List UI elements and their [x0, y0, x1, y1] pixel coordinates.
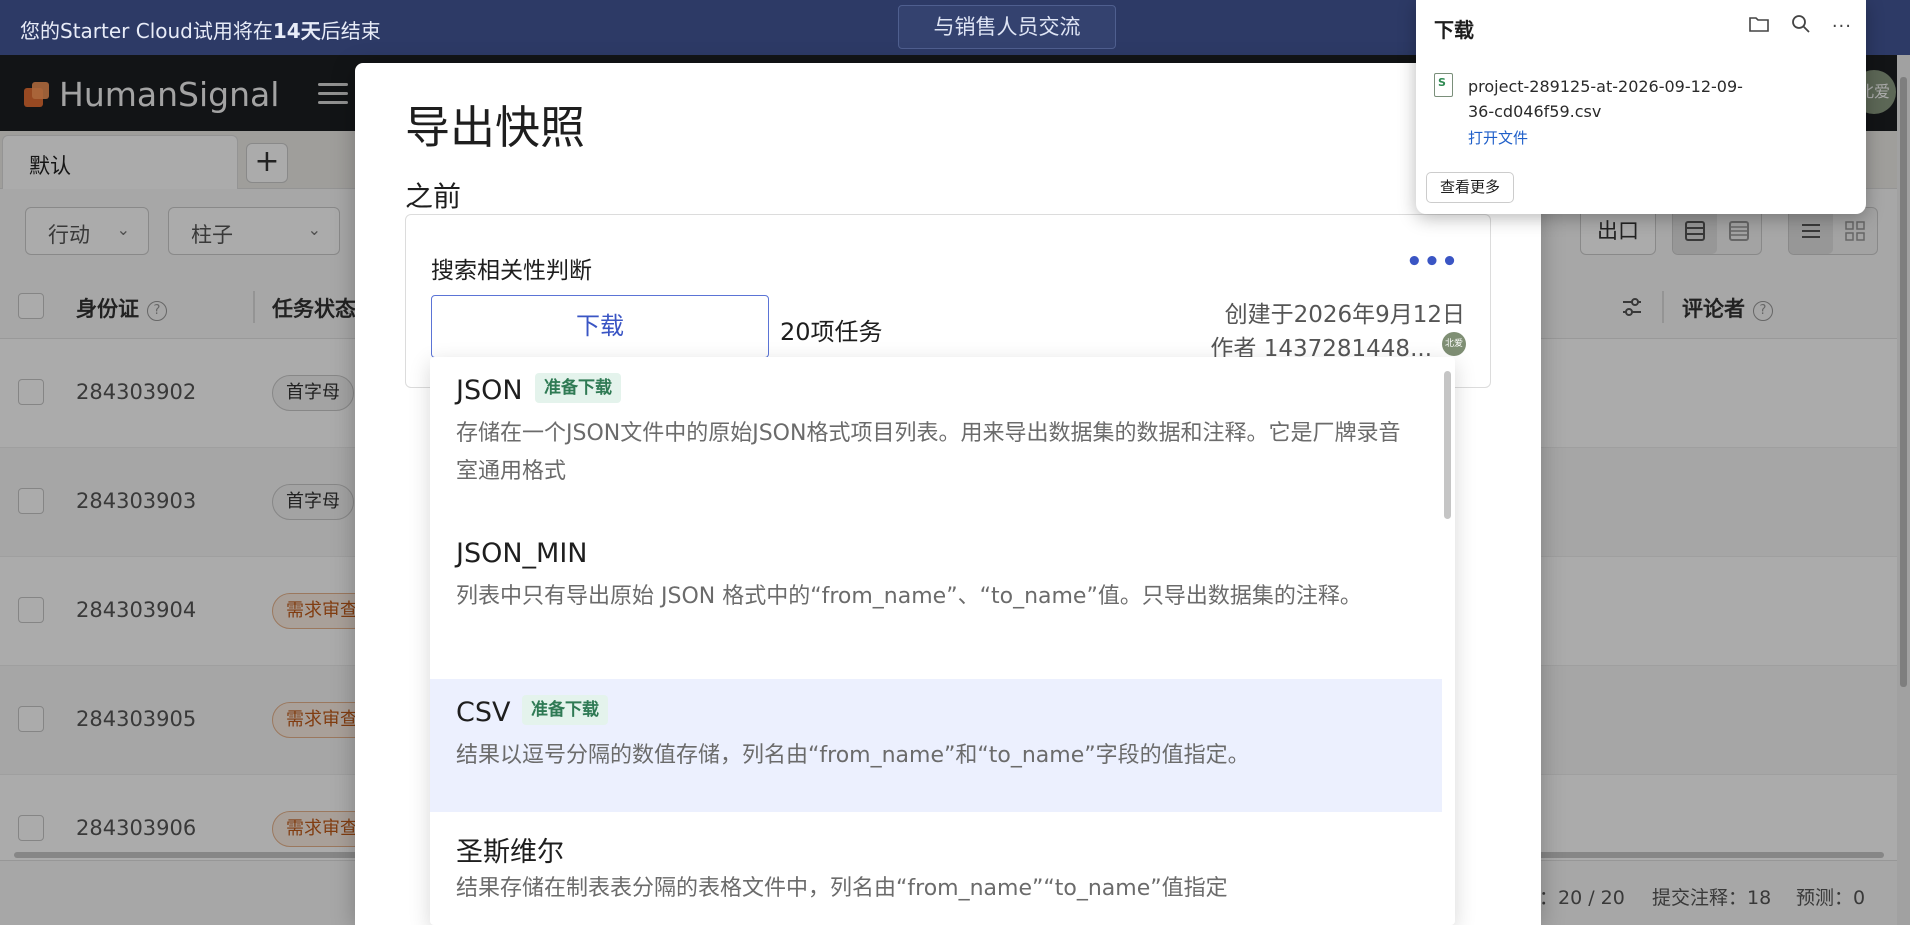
format-option[interactable]: JSON 准备下载存储在一个JSON文件中的原始JSON格式项目列表。用来导出数据… [430, 357, 1442, 520]
trial-days: 14天 [272, 19, 321, 43]
format-name: JSON_MIN [456, 538, 588, 569]
format-option[interactable]: 圣斯维尔结果存储在制表表分隔的表格文件中，列名由“from_name”“to_n… [430, 812, 1442, 925]
more-icon[interactable]: ··· [1832, 16, 1852, 37]
see-more-button[interactable]: 查看更多 [1426, 172, 1515, 203]
export-format-dropdown: JSON 准备下载 存储在一个JSON文件中的原始JSON格式项目列表。用来导出数据… [430, 357, 1455, 925]
talk-to-sales-button[interactable]: 与销售人员交流 [898, 5, 1116, 49]
ready-to-download-badge: 准备下载 [522, 695, 608, 725]
trial-text-suffix: 后结束 [320, 19, 381, 43]
download-format-select[interactable]: 下载 [431, 295, 769, 358]
downloads-actions: ··· [1748, 14, 1852, 38]
browser-downloads-panel: 下载 ··· project-289125-at-2026-09-12-09-3… [1416, 0, 1866, 214]
downloads-title: 下载 [1434, 18, 1474, 42]
format-option[interactable]: CSV 准备下载结果以逗号分隔的数值存储，列名由“from_name”和“to_n… [430, 679, 1442, 812]
modal-title: 导出快照 [405, 101, 586, 154]
csv-file-icon [1434, 73, 1453, 97]
format-name: 圣斯维尔 [456, 837, 564, 868]
trial-text: 您的Starter Cloud试用将在14天后结束 [20, 15, 381, 44]
trial-text-prefix: 您的Starter Cloud试用将在 [20, 19, 273, 43]
open-file-link[interactable]: 打开文件 [1468, 127, 1528, 148]
snapshot-name: 搜索相关性判断 [431, 258, 592, 284]
format-description: 结果存储在制表表分隔的表格文件中，列名由“from_name”“to_name”… [456, 876, 1228, 901]
format-description: 列表中只有导出原始 JSON 格式中的“from_name”、“to_name”… [456, 584, 1362, 609]
search-icon[interactable] [1791, 14, 1811, 38]
snapshot-created-date: 创建于2026年9月12日 [1224, 302, 1465, 328]
format-description: 存储在一个JSON文件中的原始JSON格式项目列表。用来导出数据集的数据和注释。… [456, 421, 1401, 484]
more-options-icon[interactable]: ••• [1406, 247, 1459, 277]
author-avatar: 北爱 [1442, 332, 1466, 356]
section-label-previous: 之前 [405, 180, 462, 213]
folder-icon[interactable] [1748, 14, 1770, 38]
format-name: JSON [456, 375, 523, 406]
export-snapshot-modal: 导出快照 之前 搜索相关性判断 ••• 下载 20项任务 创建于2026年9月1… [355, 63, 1541, 925]
download-filename[interactable]: project-289125-at-2026-09-12-09-36-cd046… [1468, 74, 1768, 124]
ready-to-download-badge: 准备下载 [535, 373, 621, 403]
snapshot-task-count: 20项任务 [780, 318, 883, 346]
format-name: CSV [456, 697, 511, 728]
format-option[interactable]: JSON_MIN 列表中只有导出原始 JSON 格式中的“from_name”、“… [430, 520, 1442, 679]
format-description: 结果以逗号分隔的数值存储，列名由“from_name”和“to_name”字段的… [456, 743, 1250, 768]
dropdown-scrollbar[interactable] [1444, 371, 1451, 519]
